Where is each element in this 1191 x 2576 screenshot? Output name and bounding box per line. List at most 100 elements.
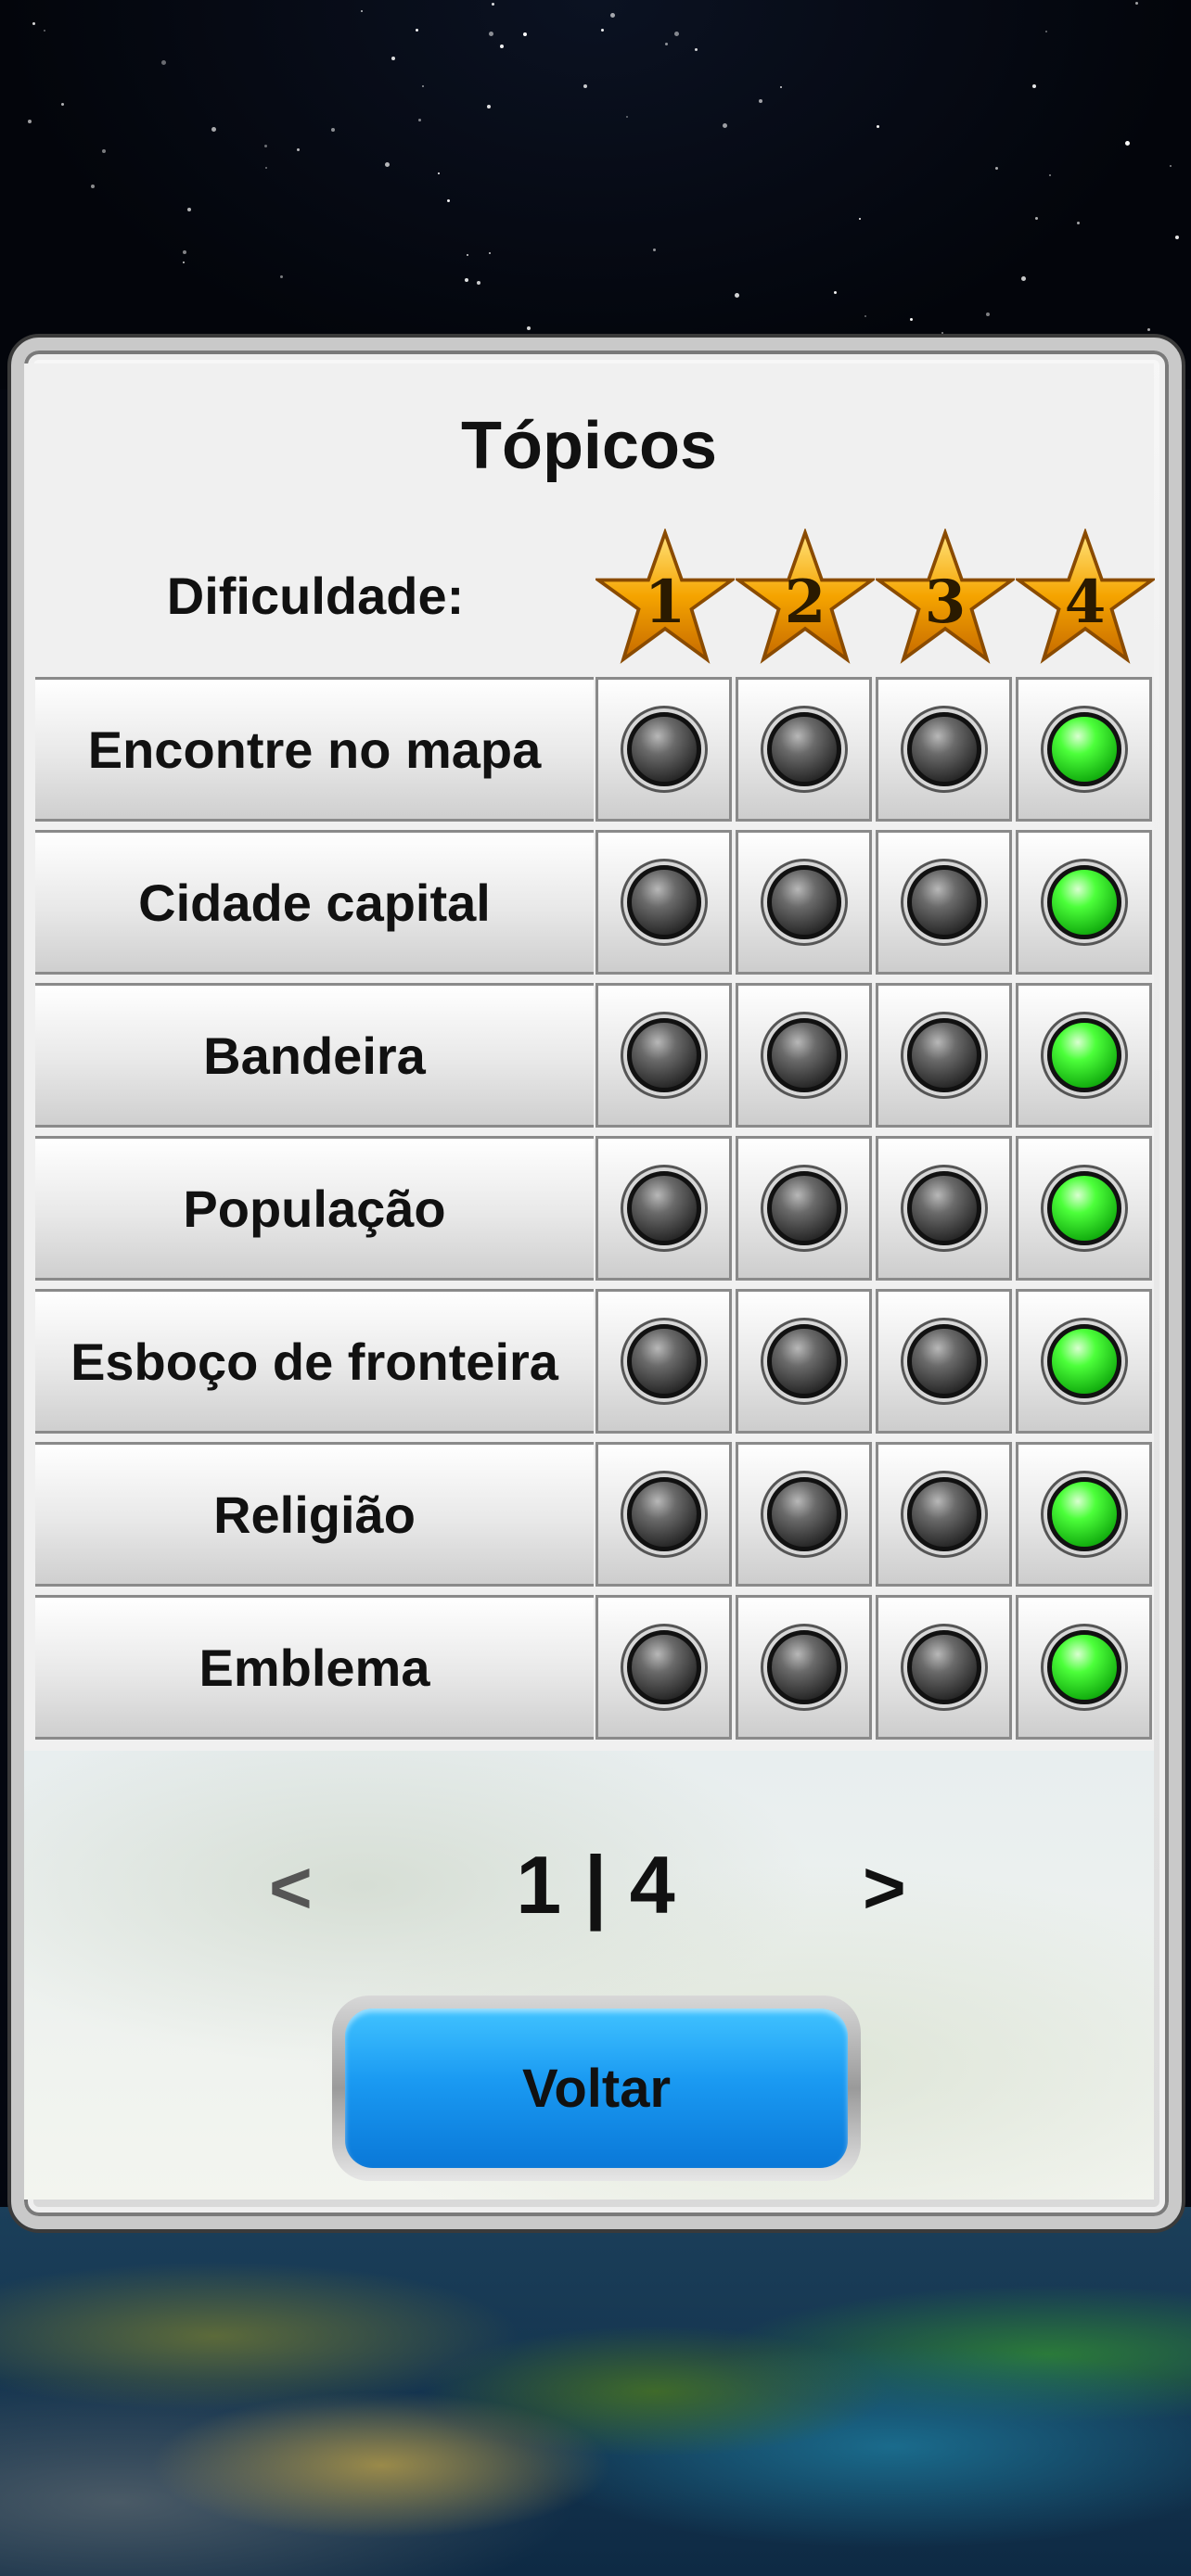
led-off-indicator	[766, 1171, 841, 1245]
topic-row: População	[35, 1136, 1154, 1284]
background-star	[583, 84, 587, 88]
background-star	[385, 162, 390, 167]
difficulty-toggle-level-4[interactable]	[1016, 1442, 1152, 1587]
led-off-indicator	[766, 712, 841, 786]
led-off-indicator	[906, 1018, 981, 1092]
difficulty-toggle-level-2[interactable]	[736, 983, 872, 1128]
background-star	[467, 254, 468, 256]
difficulty-toggle-level-2[interactable]	[736, 1136, 872, 1281]
background-star	[500, 45, 504, 48]
background-star	[1125, 141, 1130, 146]
difficulty-toggle-level-3[interactable]	[876, 1595, 1012, 1740]
background-star	[834, 291, 837, 294]
topic-row: Encontre no mapa	[35, 677, 1154, 825]
earth-background	[0, 2207, 1191, 2576]
led-off-indicator	[626, 1630, 701, 1704]
difficulty-toggle-level-3[interactable]	[876, 677, 1012, 822]
led-off-indicator	[766, 1477, 841, 1551]
difficulty-toggle-level-4[interactable]	[1016, 1289, 1152, 1434]
background-star	[183, 261, 185, 263]
background-star	[438, 172, 440, 174]
background-star	[391, 57, 395, 60]
led-off-indicator	[626, 1477, 701, 1551]
background-star	[416, 29, 418, 32]
led-off-indicator	[766, 1324, 841, 1398]
next-page-button[interactable]: >	[863, 1845, 906, 1931]
difficulty-toggle-level-4[interactable]	[1016, 1595, 1152, 1740]
background-star	[264, 145, 267, 147]
led-off-indicator	[906, 865, 981, 939]
difficulty-toggle-level-1[interactable]	[596, 677, 732, 822]
topic-row: Religião	[35, 1442, 1154, 1590]
background-star	[674, 32, 679, 36]
difficulty-toggle-level-2[interactable]	[736, 830, 872, 975]
background-star	[489, 252, 491, 254]
background-star	[61, 103, 64, 106]
difficulty-toggle-level-1[interactable]	[596, 1442, 732, 1587]
topic-label: Esboço de fronteira	[35, 1289, 594, 1434]
difficulty-toggle-level-4[interactable]	[1016, 830, 1152, 975]
difficulty-toggle-level-4[interactable]	[1016, 1136, 1152, 1281]
background-star	[1045, 31, 1047, 32]
difficulty-toggle-level-4[interactable]	[1016, 983, 1152, 1128]
background-star	[910, 318, 913, 321]
difficulty-toggle-level-1[interactable]	[596, 983, 732, 1128]
background-star	[487, 105, 491, 108]
background-star	[735, 293, 739, 298]
background-star	[418, 119, 421, 121]
background-star	[653, 249, 656, 251]
difficulty-toggle-level-1[interactable]	[596, 1136, 732, 1281]
background-star	[780, 86, 782, 88]
difficulty-star-number: 1	[644, 567, 686, 637]
background-star	[265, 167, 267, 169]
background-star	[1032, 84, 1036, 88]
difficulty-toggle-level-2[interactable]	[736, 1442, 872, 1587]
background-star	[297, 148, 300, 151]
difficulty-star-number: 2	[784, 567, 826, 637]
topic-row: Cidade capital	[35, 830, 1154, 978]
difficulty-toggle-level-3[interactable]	[876, 983, 1012, 1128]
background-star	[657, 334, 660, 337]
background-star	[28, 120, 32, 123]
background-star	[91, 185, 95, 188]
background-star	[422, 85, 424, 87]
topic-label: População	[35, 1136, 594, 1281]
background-star	[1147, 328, 1150, 331]
background-star	[523, 32, 527, 36]
difficulty-toggle-level-4[interactable]	[1016, 677, 1152, 822]
difficulty-toggle-level-1[interactable]	[596, 1289, 732, 1434]
difficulty-star-1: 1	[596, 529, 735, 668]
difficulty-toggle-level-3[interactable]	[876, 1136, 1012, 1281]
difficulty-star-3: 3	[876, 529, 1015, 668]
background-star	[986, 312, 990, 316]
difficulty-toggle-level-3[interactable]	[876, 1442, 1012, 1587]
background-star	[527, 326, 531, 330]
difficulty-label: Dificuldade:	[166, 567, 465, 625]
background-star	[859, 218, 861, 220]
back-button[interactable]: Voltar	[332, 1996, 861, 2181]
led-off-indicator	[906, 1171, 981, 1245]
background-star	[447, 199, 450, 202]
background-star	[183, 250, 186, 254]
difficulty-toggle-level-3[interactable]	[876, 830, 1012, 975]
difficulty-toggle-level-1[interactable]	[596, 830, 732, 975]
topic-label: Bandeira	[35, 983, 594, 1128]
background-star	[1077, 222, 1080, 224]
prev-page-button[interactable]: <	[269, 1845, 313, 1931]
background-star	[601, 29, 604, 32]
led-on-indicator	[1046, 1018, 1121, 1092]
difficulty-toggle-level-2[interactable]	[736, 1595, 872, 1740]
led-on-indicator	[1046, 712, 1121, 786]
topic-label: Religião	[35, 1442, 594, 1587]
difficulty-toggle-level-1[interactable]	[596, 1595, 732, 1740]
background-star	[610, 13, 615, 18]
difficulty-toggle-level-2[interactable]	[736, 677, 872, 822]
difficulty-toggle-level-2[interactable]	[736, 1289, 872, 1434]
background-star	[626, 116, 628, 118]
led-off-indicator	[906, 712, 981, 786]
led-off-indicator	[906, 1477, 981, 1551]
background-star	[1175, 236, 1179, 239]
difficulty-toggle-level-3[interactable]	[876, 1289, 1012, 1434]
led-on-indicator	[1046, 1630, 1121, 1704]
background-star	[280, 275, 283, 278]
